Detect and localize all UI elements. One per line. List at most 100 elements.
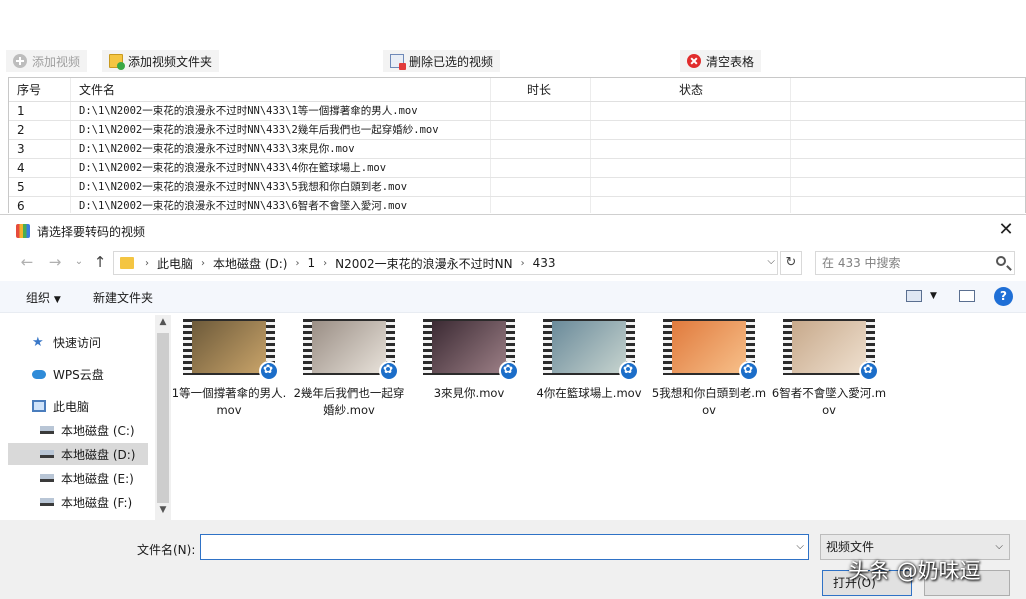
file-item[interactable]: 2幾年后我們也一起穿婚紗.mov [290, 319, 408, 419]
nav-drive-f[interactable]: 本地磁盘 (F:) [40, 491, 150, 513]
address-bar[interactable]: › 此电脑 › 本地磁盘 (D:) › 1 › N2002一束花的浪漫永不过时N… [113, 251, 778, 275]
row-duration [491, 159, 591, 177]
drive-icon [40, 498, 54, 506]
cloud-icon [32, 369, 46, 379]
nav-drive-e[interactable]: 本地磁盘 (E:) [40, 467, 150, 489]
row-filename: D:\1\N2002一束花的浪漫永不过时NN\433\1等一個撐著傘的男人.mo… [71, 102, 491, 120]
add-folder-button[interactable]: 添加视频文件夹 [102, 50, 220, 72]
row-duration [491, 178, 591, 196]
filename-input[interactable] [201, 535, 781, 559]
file-name: 3來見你.mov [433, 386, 505, 400]
table-row[interactable]: 1 D:\1\N2002一束花的浪漫永不过时NN\433\1等一個撐著傘的男人.… [9, 102, 1025, 121]
file-item[interactable]: 6智者不會墜入愛河.mov [770, 319, 888, 419]
breadcrumb-folder-433[interactable]: 433 [528, 256, 561, 270]
main-toolbar: 添加视频 添加视频文件夹 删除已选的视频 清空表格 [0, 48, 1026, 76]
breadcrumb-folder-n2002[interactable]: N2002一束花的浪漫永不过时NN [330, 255, 517, 272]
nav-quick-access[interactable]: ★ 快速访问 [32, 331, 172, 353]
view-options-chevron-icon[interactable]: ▼ [930, 291, 937, 301]
change-view-icon[interactable] [906, 290, 922, 302]
chevron-right-icon[interactable]: › [292, 258, 302, 269]
nav-drive-d[interactable]: 本地磁盘 (D:) [8, 443, 148, 465]
file-name: 6智者不會墜入愛河.mov [771, 386, 887, 417]
scroll-up-icon[interactable]: ▲ [155, 317, 171, 331]
organize-button[interactable]: 组织 ▼ [26, 289, 61, 306]
refresh-icon[interactable]: ↻ [780, 251, 802, 275]
row-filename: D:\1\N2002一束花的浪漫永不过时NN\433\2幾年后我們也一起穿婚紗.… [71, 121, 491, 139]
video-app-icon [499, 361, 519, 381]
row-status [591, 102, 791, 120]
column-header-status[interactable]: 状态 [591, 78, 791, 101]
chevron-down-icon[interactable]: ⌵ [767, 256, 775, 267]
scroll-down-icon[interactable]: ▼ [155, 505, 171, 519]
address-row: ← → ⌄ ↑ › 此电脑 › 本地磁盘 (D:) › 1 › N2002一束花… [0, 247, 1026, 279]
column-header-filename[interactable]: 文件名 [71, 78, 491, 101]
file-item[interactable]: 3來見你.mov [410, 319, 528, 402]
column-header-duration[interactable]: 时长 [491, 78, 591, 101]
folder-icon [120, 257, 134, 269]
nav-scrollbar[interactable]: ▲ ▼ [155, 315, 171, 520]
row-duration [491, 102, 591, 120]
video-app-icon [859, 361, 879, 381]
scrollbar-thumb[interactable] [157, 333, 169, 503]
close-icon[interactable]: ✕ [994, 219, 1018, 243]
table-row[interactable]: 6 D:\1\N2002一束花的浪漫永不过时NN\433\6智者不會墜入愛河.m… [9, 197, 1025, 213]
chevron-down-icon[interactable]: ⌵ [796, 541, 804, 552]
help-icon[interactable]: ? [994, 287, 1013, 306]
dialog-title: 请选择要转码的视频 [37, 225, 146, 239]
add-video-button[interactable]: 添加视频 [6, 50, 88, 72]
recent-dropdown-icon[interactable]: ⌄ [70, 253, 88, 271]
preview-pane-icon[interactable] [959, 290, 975, 302]
search-input[interactable] [816, 252, 986, 274]
row-index: 3 [9, 140, 71, 158]
row-filename: D:\1\N2002一束花的浪漫永不过时NN\433\5我想和你白頭到老.mov [71, 178, 491, 196]
chevron-right-icon[interactable]: › [198, 258, 208, 269]
breadcrumb-drive-d[interactable]: 本地磁盘 (D:) [208, 255, 292, 272]
clear-icon [687, 54, 701, 68]
breadcrumb-this-pc[interactable]: 此电脑 [152, 255, 198, 272]
row-duration [491, 140, 591, 158]
row-status [591, 197, 791, 213]
search-icon[interactable] [996, 256, 1006, 266]
file-item[interactable]: 4你在籃球場上.mov [530, 319, 648, 402]
column-header-index[interactable]: 序号 [9, 78, 71, 101]
star-icon: ★ [32, 334, 44, 350]
chevron-right-icon[interactable]: › [320, 258, 330, 269]
chevron-down-icon: ▼ [53, 295, 61, 305]
table-row[interactable]: 5 D:\1\N2002一束花的浪漫永不过时NN\433\5我想和你白頭到老.m… [9, 178, 1025, 197]
search-box [815, 251, 1015, 275]
file-item[interactable]: 5我想和你白頭到老.mov [650, 319, 768, 419]
drive-icon [40, 450, 54, 458]
row-status [591, 159, 791, 177]
nav-wps-cloud[interactable]: WPS云盘 [32, 363, 172, 385]
table-row[interactable]: 4 D:\1\N2002一束花的浪漫永不过时NN\433\4你在籃球場上.mov [9, 159, 1025, 178]
row-index: 2 [9, 121, 71, 139]
video-thumbnail [183, 319, 279, 381]
clear-table-button[interactable]: 清空表格 [680, 50, 762, 72]
file-type-value: 视频文件 [826, 540, 875, 554]
thumbnail-frame [312, 321, 386, 373]
video-thumbnail [663, 319, 759, 381]
row-status [591, 178, 791, 196]
row-filename: D:\1\N2002一束花的浪漫永不过时NN\433\6智者不會墜入愛河.mov [71, 197, 491, 213]
filename-field: ⌵ [200, 534, 809, 560]
nav-this-pc[interactable]: 此电脑 [32, 395, 172, 417]
delete-selected-button[interactable]: 删除已选的视频 [383, 50, 501, 72]
forward-arrow-icon[interactable]: → [46, 253, 64, 271]
thumbnail-frame [192, 321, 266, 373]
table-row[interactable]: 2 D:\1\N2002一束花的浪漫永不过时NN\433\2幾年后我們也一起穿婚… [9, 121, 1025, 140]
up-arrow-icon[interactable]: ↑ [91, 253, 109, 271]
chevron-right-icon[interactable]: › [142, 258, 152, 269]
video-app-icon [259, 361, 279, 381]
column-header-empty [791, 78, 1025, 101]
new-folder-button[interactable]: 新建文件夹 [93, 289, 153, 306]
breadcrumb-folder-1[interactable]: 1 [302, 256, 320, 270]
row-status [591, 121, 791, 139]
table-row[interactable]: 3 D:\1\N2002一束花的浪漫永不过时NN\433\3來見你.mov [9, 140, 1025, 159]
back-arrow-icon[interactable]: ← [18, 253, 36, 271]
nav-drive-c[interactable]: 本地磁盘 (C:) [40, 419, 150, 441]
open-file-dialog: 请选择要转码的视频 ✕ ← → ⌄ ↑ › 此电脑 › 本地磁盘 (D:) › … [0, 214, 1026, 599]
chevron-right-icon[interactable]: › [518, 258, 528, 269]
row-index: 4 [9, 159, 71, 177]
row-index: 5 [9, 178, 71, 196]
file-item[interactable]: 1等一個撐著傘的男人.mov [170, 319, 288, 419]
